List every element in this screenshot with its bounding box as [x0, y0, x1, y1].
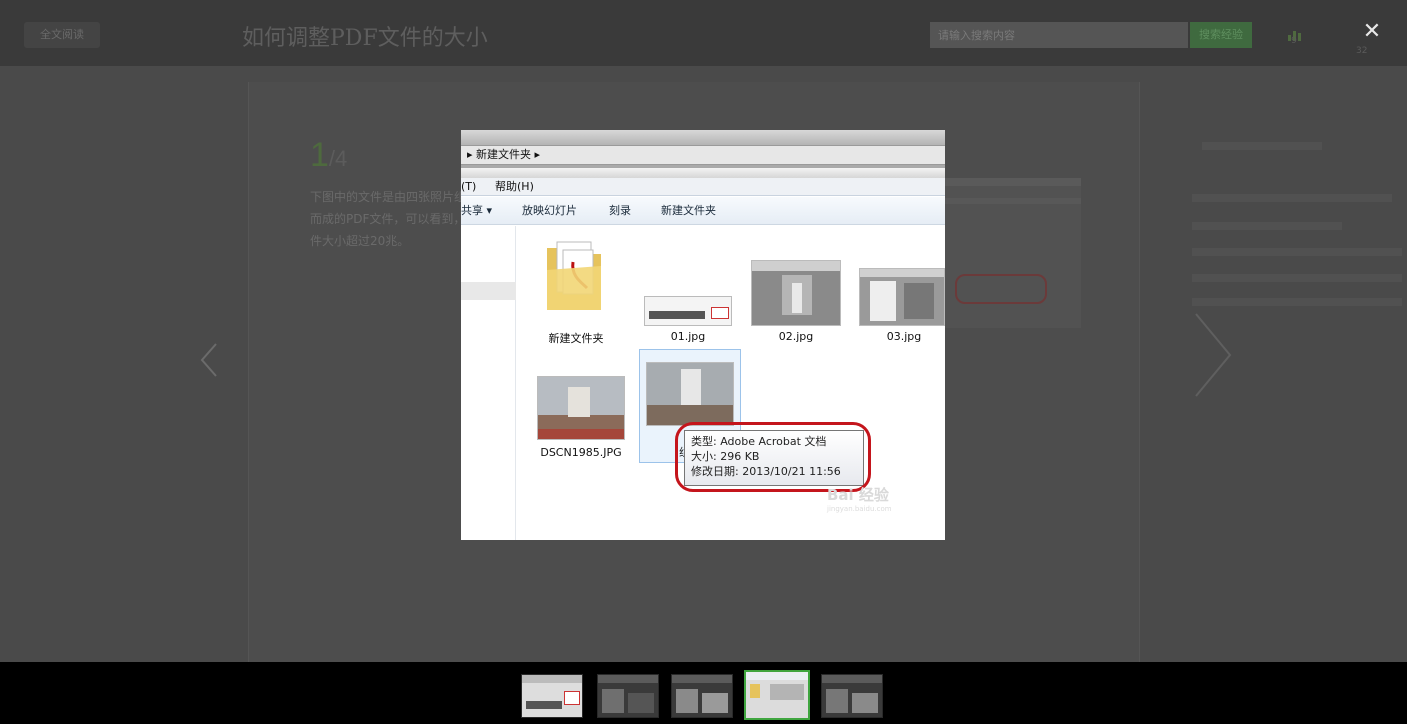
page-title: 如何调整PDF文件的大小 [242, 26, 488, 51]
step-image-preview [945, 178, 1081, 328]
fulltext-button[interactable]: 全文阅读 [24, 22, 100, 48]
step-number: 1/4 [310, 136, 348, 174]
toolbar-burn[interactable]: 刻录 [609, 197, 631, 225]
sidebar-text-line [1192, 298, 1402, 306]
favorite-count: 32 [1356, 46, 1368, 56]
thumbnail-3[interactable] [671, 674, 733, 718]
step-text: 下图中的文件是由四张照片组合而成的PDF文件，可以看到，文件大小超过20兆。 [310, 190, 479, 248]
thumbnail-2[interactable] [597, 674, 659, 718]
navigation-pane [461, 226, 516, 540]
sidebar-text-line [1192, 248, 1402, 256]
menu-item-tools[interactable]: (T) [461, 178, 476, 196]
menu-item-help[interactable]: 帮助(H) [495, 178, 534, 196]
bar-chart-icon [1284, 22, 1304, 41]
toolbar-new-folder[interactable]: 新建文件夹 [661, 197, 716, 225]
toolbar-slideshow[interactable]: 放映幻灯片 [522, 197, 577, 225]
thumbnail-strip [0, 662, 1407, 724]
chevron-right-icon[interactable] [1190, 310, 1236, 400]
file-thumbnail[interactable] [859, 268, 945, 326]
sidebar [1142, 82, 1407, 662]
search-input[interactable] [930, 22, 1188, 48]
file-thumbnail[interactable] [644, 296, 732, 326]
file-thumbnail [646, 362, 734, 426]
sidebar-text-line [1192, 194, 1392, 202]
sidebar-text-line [1202, 142, 1322, 150]
file-label: 02.jpg [778, 330, 814, 343]
vote-widget[interactable]: 9 [1284, 22, 1304, 56]
watermark-logo: Bai 经验 jingyan.baidu.com [827, 486, 892, 513]
explorer-toolbar: 共享 ▾ 放映幻灯片 刻录 新建文件夹 [461, 197, 945, 225]
highlight-oval [675, 422, 871, 492]
file-label: 03.jpg [886, 330, 922, 343]
search-button[interactable]: 搜索经验 [1190, 22, 1252, 48]
menu-bar: (T) 帮助(H) [461, 178, 945, 196]
close-icon[interactable]: ✕ [1360, 20, 1384, 44]
file-label: 新建文件夹 [548, 332, 604, 345]
address-bar[interactable]: ▸ 新建文件夹 ▸ [461, 145, 945, 165]
sidebar-text-line [1192, 222, 1342, 230]
step-total: /4 [328, 146, 348, 171]
thumbnail-5[interactable] [821, 674, 883, 718]
toolbar-share[interactable]: 共享 ▾ [461, 197, 492, 225]
thumbnail-4-active[interactable] [744, 670, 810, 720]
chevron-left-icon[interactable] [196, 340, 222, 380]
file-thumbnail[interactable] [751, 260, 841, 326]
window-titlebar: ▸ 新建文件夹 ▸ [461, 130, 945, 168]
file-label: DSCN1985.JPG [540, 446, 622, 459]
folder-icon[interactable] [543, 236, 605, 324]
image-viewer: ▸ 新建文件夹 ▸ (T) 帮助(H) 共享 ▾ 放映幻灯片 刻录 新建文件夹 … [461, 130, 945, 540]
file-label: 01.jpg [670, 330, 706, 343]
thumbnail-1[interactable] [521, 674, 583, 718]
top-bar: 全文阅读 如何调整PDF文件的大小 搜索经验 9 32 ✕ [0, 0, 1407, 66]
file-thumbnail[interactable] [537, 376, 625, 440]
sidebar-text-line [1192, 274, 1402, 282]
